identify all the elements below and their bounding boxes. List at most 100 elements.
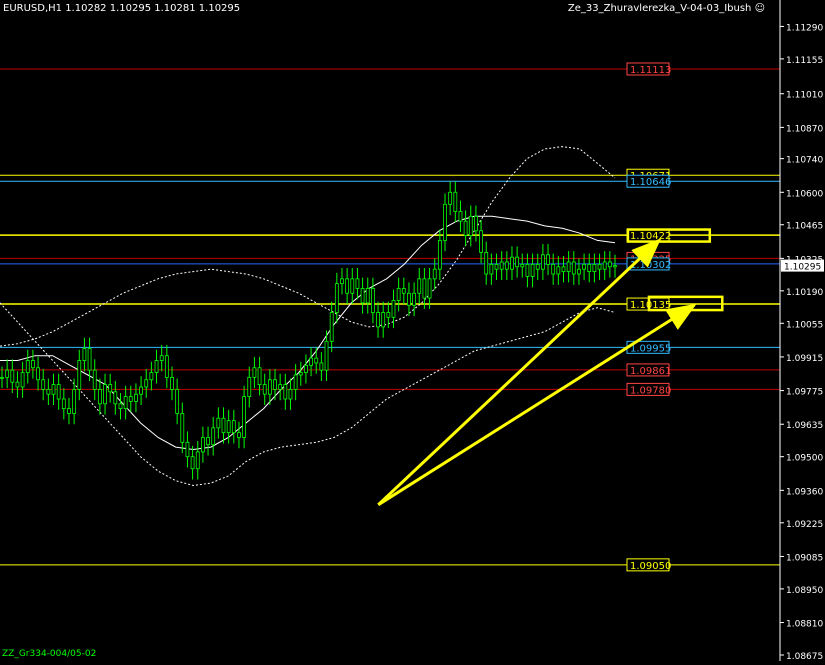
candle-body-77 xyxy=(396,288,401,301)
candle-body-90 xyxy=(463,220,468,236)
candle-body-5 xyxy=(25,360,30,373)
price-tick-label-0: 1.11290 xyxy=(786,23,823,33)
price-tick-label-12: 1.09635 xyxy=(786,421,823,431)
candle-body-96 xyxy=(494,263,499,270)
candle-body-3 xyxy=(15,381,20,388)
band-lower-dotted xyxy=(0,302,616,487)
candle-body-26 xyxy=(134,393,138,402)
candle-body-4 xyxy=(20,372,25,388)
candle-body-29 xyxy=(149,372,154,381)
candle-body-8 xyxy=(41,379,46,390)
candle-body-12 xyxy=(61,398,66,410)
candle-body-52 xyxy=(267,379,272,395)
price-tick-label-15: 1.09225 xyxy=(786,520,823,530)
candle-body-75 xyxy=(386,312,391,318)
candle-body-17 xyxy=(87,348,92,371)
candle-body-36 xyxy=(185,441,190,458)
level-label-7: 1.09955 xyxy=(630,343,671,354)
candle-body-108 xyxy=(556,266,561,275)
candle-body-70 xyxy=(360,288,365,304)
candle-body-101 xyxy=(520,263,525,268)
candle-body-113 xyxy=(582,263,586,270)
candle-body-95 xyxy=(489,263,494,275)
candle-body-33 xyxy=(170,376,174,390)
candle-body-42 xyxy=(216,417,221,429)
current-price-label: 1.10295 xyxy=(784,263,821,273)
candle-body-43 xyxy=(221,417,226,434)
candle-body-20 xyxy=(103,384,107,405)
band-upper-dotted xyxy=(0,146,616,347)
candle-body-25 xyxy=(128,396,133,402)
candle-body-58 xyxy=(298,372,303,376)
price-tick-label-8: 1.10190 xyxy=(786,288,823,298)
candle-body-48 xyxy=(247,376,252,398)
candle-body-46 xyxy=(237,432,241,438)
candle-body-21 xyxy=(108,384,113,393)
candle-body-97 xyxy=(499,261,504,270)
candle-body-106 xyxy=(546,254,550,265)
candle-body-15 xyxy=(77,360,82,390)
price-chart-svg[interactable]: 1.111131.106711.106461.104221.103251.103… xyxy=(0,0,825,662)
candle-body-80 xyxy=(412,292,417,306)
candle-body-16 xyxy=(82,348,87,361)
candle-body-114 xyxy=(587,263,592,273)
candle-body-102 xyxy=(525,263,530,277)
candle-body-98 xyxy=(504,261,509,270)
candle-body-69 xyxy=(355,278,360,289)
candle-body-103 xyxy=(530,263,535,277)
candle-body-59 xyxy=(304,364,308,373)
candle-body-112 xyxy=(577,268,581,275)
price-tick-label-13: 1.09500 xyxy=(786,454,823,464)
candle-body-7 xyxy=(36,367,40,381)
candle-body-104 xyxy=(535,263,540,270)
candle-body-86 xyxy=(443,203,447,241)
level-label-0: 1.11113 xyxy=(630,65,671,76)
candle-body-37 xyxy=(190,456,195,470)
candle-body-49 xyxy=(252,367,257,378)
candle-body-63 xyxy=(324,340,329,371)
candle-body-79 xyxy=(407,292,411,306)
candle-body-71 xyxy=(365,288,370,304)
price-tick-label-4: 1.10740 xyxy=(786,156,823,166)
candle-body-56 xyxy=(288,388,293,400)
price-tick-label-18: 1.08810 xyxy=(786,620,823,630)
candle-body-50 xyxy=(257,367,262,385)
candle-body-116 xyxy=(597,263,602,270)
candle-body-30 xyxy=(154,360,159,373)
candle-body-41 xyxy=(211,427,216,446)
candle-body-110 xyxy=(566,261,571,273)
candle-body-76 xyxy=(391,300,396,318)
price-tick-label-14: 1.09360 xyxy=(786,487,823,497)
price-tick-label-11: 1.09775 xyxy=(786,388,823,398)
candle-body-13 xyxy=(67,408,71,414)
candle-body-62 xyxy=(319,362,324,371)
candle-body-65 xyxy=(334,283,339,313)
price-tick-label-16: 1.09085 xyxy=(786,553,823,563)
candle-body-24 xyxy=(123,396,128,410)
candle-body-47 xyxy=(242,396,247,438)
candle-body-118 xyxy=(607,261,612,268)
candle-body-55 xyxy=(283,384,288,400)
level-label-10: 1.09050 xyxy=(630,561,671,572)
candle-body-99 xyxy=(510,256,514,270)
candle-body-10 xyxy=(51,384,56,395)
candle-body-31 xyxy=(159,355,164,361)
candle-body-115 xyxy=(592,263,597,273)
candle-body-111 xyxy=(571,261,576,275)
chart[interactable]: 1.111131.106711.106461.104221.103251.103… xyxy=(0,0,825,662)
candle-body-107 xyxy=(551,263,556,275)
candle-body-119 xyxy=(613,265,617,268)
candle-body-28 xyxy=(144,379,149,388)
candle-body-72 xyxy=(370,288,375,313)
candle-body-85 xyxy=(437,239,442,270)
candle-body-74 xyxy=(381,312,386,328)
candle-body-83 xyxy=(427,278,432,299)
candle-body-61 xyxy=(314,357,319,364)
candle-body-89 xyxy=(458,211,463,222)
candle-body-6 xyxy=(31,360,35,369)
price-tick-label-5: 1.10600 xyxy=(786,189,823,199)
candle-body-105 xyxy=(540,254,545,270)
annotation-arrow-1[interactable] xyxy=(377,303,697,507)
candle-body-39 xyxy=(200,437,205,453)
candle-body-94 xyxy=(484,251,489,275)
